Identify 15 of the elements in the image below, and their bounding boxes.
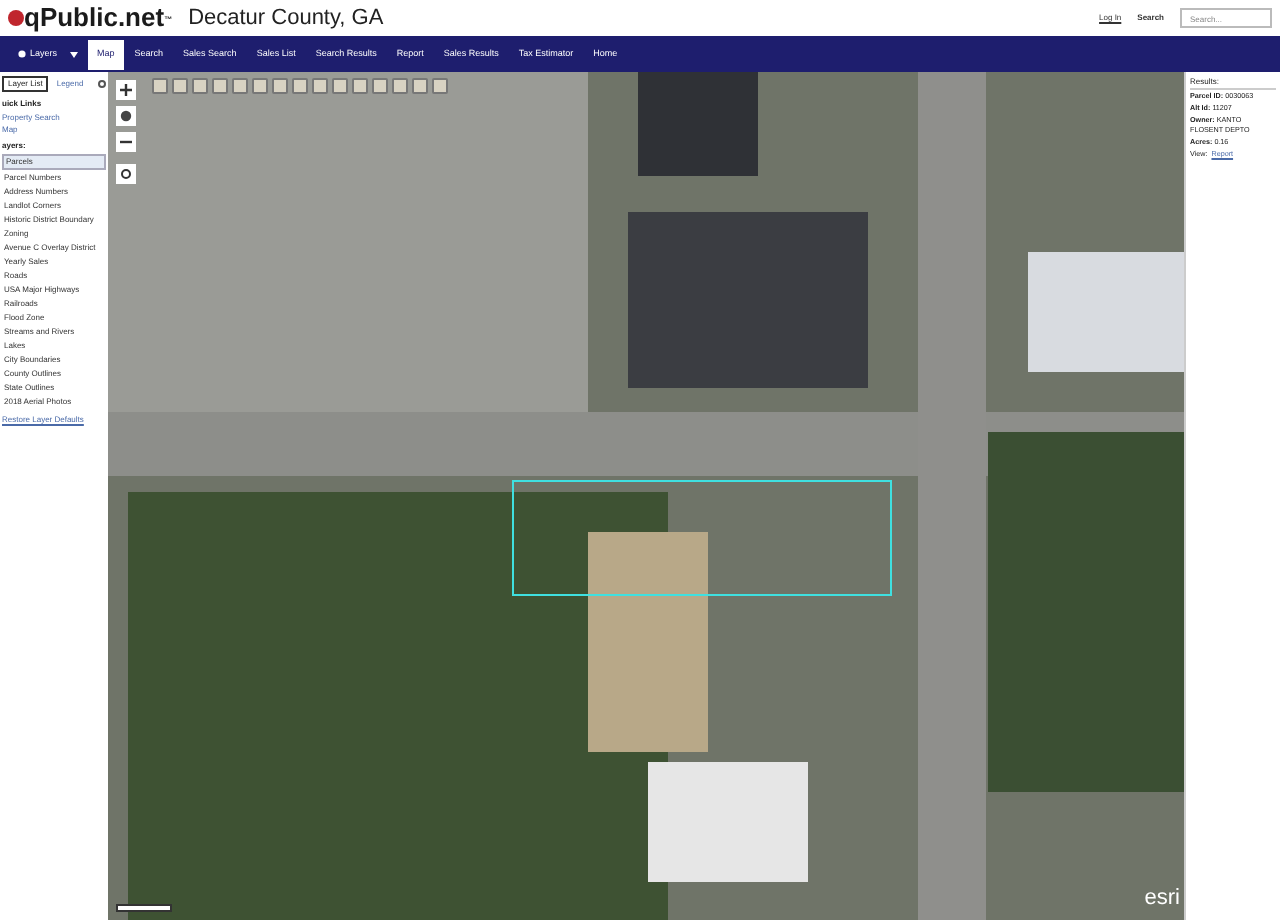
locate-icon <box>120 168 132 180</box>
county-title: Decatur County, GA <box>188 3 384 34</box>
building <box>638 72 758 176</box>
esri-logo: esri <box>1144 883 1180 913</box>
globe-button[interactable] <box>116 106 136 126</box>
minus-icon <box>120 140 132 144</box>
scale-bar <box>116 904 172 912</box>
settings-icon[interactable] <box>98 80 106 88</box>
plus-icon <box>120 84 132 96</box>
zoom-out-button[interactable] <box>116 132 136 152</box>
logo-icon <box>8 10 24 26</box>
locate-button[interactable] <box>116 164 136 184</box>
caret-icon <box>69 51 78 57</box>
aerial-map[interactable]: esri <box>108 72 1184 920</box>
zoom-in-button[interactable] <box>116 80 136 100</box>
